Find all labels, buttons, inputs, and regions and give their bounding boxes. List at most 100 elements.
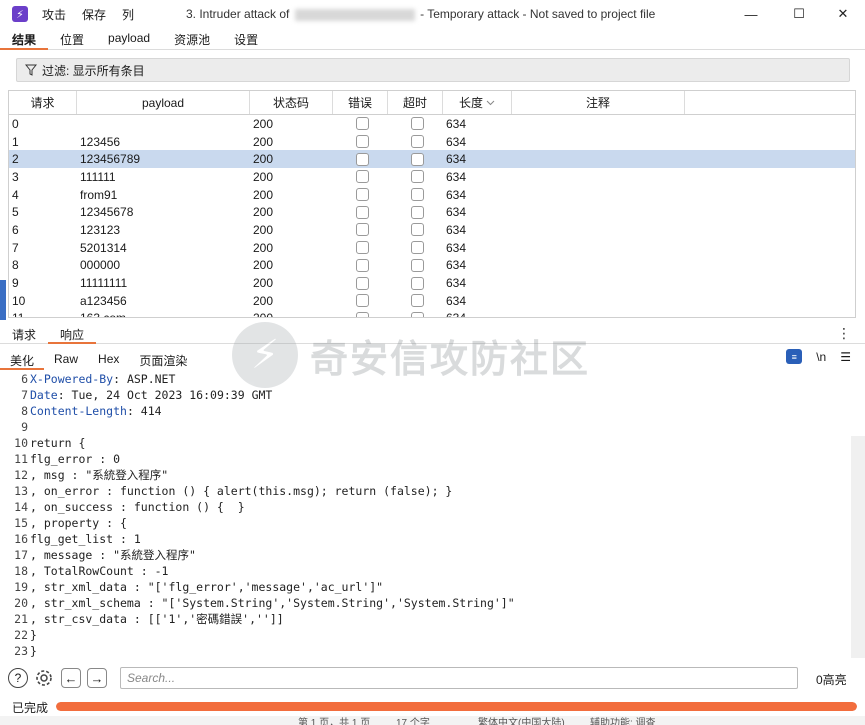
col-payload[interactable]: payload (77, 91, 250, 114)
cell-payload: 111111 (80, 169, 116, 184)
tab-render[interactable]: 页面渲染 (129, 348, 197, 370)
help-icon[interactable]: ? (8, 668, 28, 688)
code-line: 17, message : "系統登入程序" (8, 547, 854, 563)
table-row[interactable]: 11163.com200 634 (9, 310, 855, 317)
checkbox[interactable] (355, 170, 369, 184)
table-row[interactable]: 5 12345678 200 634 (9, 203, 855, 221)
checkbox[interactable] (410, 294, 424, 308)
tab-hex[interactable]: Hex (88, 348, 129, 370)
code-text: : 414 (126, 404, 162, 418)
tab-response[interactable]: 响应 (48, 322, 97, 344)
previous-button[interactable]: ← (61, 668, 81, 688)
checkbox[interactable] (355, 223, 369, 237)
cell-error (333, 188, 388, 202)
checkbox[interactable] (410, 152, 424, 166)
cell-request: 2 (12, 152, 19, 167)
code-line: 12, msg : "系統登入程序" (8, 467, 854, 483)
close-button[interactable]: ✕ (820, 0, 865, 28)
more-options-icon[interactable]: ⋮ (837, 325, 851, 342)
cell-timeout (388, 311, 443, 317)
table-row[interactable]: 4 from91 200 634 (9, 186, 855, 204)
tab-raw[interactable]: Raw (44, 348, 88, 370)
burp-logo-icon: ⚡ (12, 6, 28, 22)
newline-icon[interactable]: \n (816, 350, 826, 364)
line-number: 15 (14, 516, 28, 530)
gear-icon[interactable] (33, 667, 55, 689)
menu-attack[interactable]: 攻击 (42, 6, 66, 23)
checkbox[interactable] (355, 276, 369, 290)
checkbox[interactable] (410, 117, 424, 131)
checkbox[interactable] (355, 241, 369, 255)
hamburger-menu-icon[interactable]: ☰ (840, 350, 851, 364)
col-length[interactable]: 长度 (443, 91, 512, 114)
line-number: 17 (14, 548, 28, 562)
table-header: 请求 payload 状态码 错误 超时 长度 注释 (9, 91, 855, 115)
table-row[interactable]: 8 000000 200 634 (9, 257, 855, 275)
code-text: flg_get_list : 1 (30, 532, 141, 546)
left-edge-accent (0, 280, 6, 320)
line-number: 9 (21, 420, 28, 434)
tab-payload[interactable]: payload (96, 28, 162, 50)
title-bar: ⚡ 攻击 保存 列 3. Intruder attack of - Tempor… (0, 0, 865, 28)
tab-request[interactable]: 请求 (0, 322, 48, 344)
checkbox[interactable] (410, 258, 424, 272)
table-row[interactable]: 9 11111111 200 634 (9, 274, 855, 292)
checkbox[interactable] (410, 205, 424, 219)
menu-save[interactable]: 保存 (82, 6, 106, 23)
cell-error (333, 170, 388, 184)
checkbox[interactable] (410, 241, 424, 255)
code-line: 15, property : { (8, 515, 854, 531)
cell-error (333, 294, 388, 308)
table-row[interactable]: 10 a123456 200 634 (9, 292, 855, 310)
checkbox[interactable] (355, 311, 369, 317)
tab-results[interactable]: 结果 (0, 28, 49, 50)
col-comment[interactable]: 注释 (512, 91, 685, 114)
tab-settings[interactable]: 设置 (222, 28, 270, 50)
tab-resource-pool[interactable]: 资源池 (162, 28, 222, 50)
checkbox[interactable] (355, 188, 369, 202)
table-row[interactable]: 1 123456 200 634 (9, 133, 855, 151)
table-row[interactable]: 2 123456789 200 634 (9, 150, 855, 169)
checkbox[interactable] (355, 205, 369, 219)
checkbox[interactable] (410, 188, 424, 202)
tab-pretty[interactable]: 美化 (0, 348, 45, 370)
checkbox[interactable] (410, 311, 424, 317)
search-input[interactable]: Search... (120, 667, 798, 689)
checkbox[interactable] (410, 223, 424, 237)
cell-timeout (388, 276, 443, 290)
checkbox[interactable] (355, 294, 369, 308)
next-button[interactable]: → (87, 668, 107, 688)
vertical-scrollbar[interactable] (851, 436, 865, 658)
table-row[interactable]: 0 200 634 (9, 115, 855, 133)
tab-positions[interactable]: 位置 (48, 28, 96, 50)
menu-columns[interactable]: 列 (122, 6, 134, 23)
col-status[interactable]: 状态码 (250, 91, 333, 114)
checkbox[interactable] (410, 135, 424, 149)
word-wrap-icon[interactable]: ≡ (786, 349, 803, 364)
response-viewer[interactable]: 6 X-Powered-By: ASP.NET 7 Date: Tue, 24 Oct… (8, 371, 854, 661)
table-row[interactable]: 7 5201314 200 634 (9, 239, 855, 257)
maximize-button[interactable]: ☐ (776, 0, 822, 28)
cell-status: 200 (253, 222, 274, 237)
cell-error (333, 135, 388, 149)
minimize-button[interactable]: — (728, 0, 774, 28)
code-line: 8 Content-Length: 414 (8, 403, 854, 419)
cell-request: 0 (12, 116, 19, 131)
checkbox[interactable] (355, 258, 369, 272)
code-line: 7 Date: Tue, 24 Oct 2023 16:09:39 GMT (8, 387, 854, 403)
checkbox[interactable] (355, 152, 369, 166)
table-row[interactable]: 6 123123 200 634 (9, 221, 855, 239)
checkbox[interactable] (355, 135, 369, 149)
checkbox[interactable] (355, 117, 369, 131)
cell-status: 200 (253, 169, 274, 184)
col-error[interactable]: 错误 (333, 91, 388, 114)
col-request[interactable]: 请求 (9, 91, 77, 114)
filter-bar[interactable]: 过滤: 显示所有条目 (16, 58, 850, 82)
code-line: 23} (8, 643, 854, 659)
code-line: 13, on_error : function () { alert(this.… (8, 483, 854, 499)
checkbox[interactable] (410, 276, 424, 290)
col-timeout[interactable]: 超时 (388, 91, 443, 114)
checkbox[interactable] (410, 170, 424, 184)
window-title: 3. Intruder attack of - Temporary attack… (186, 7, 655, 21)
table-row[interactable]: 3 111111 200 634 (9, 168, 855, 186)
